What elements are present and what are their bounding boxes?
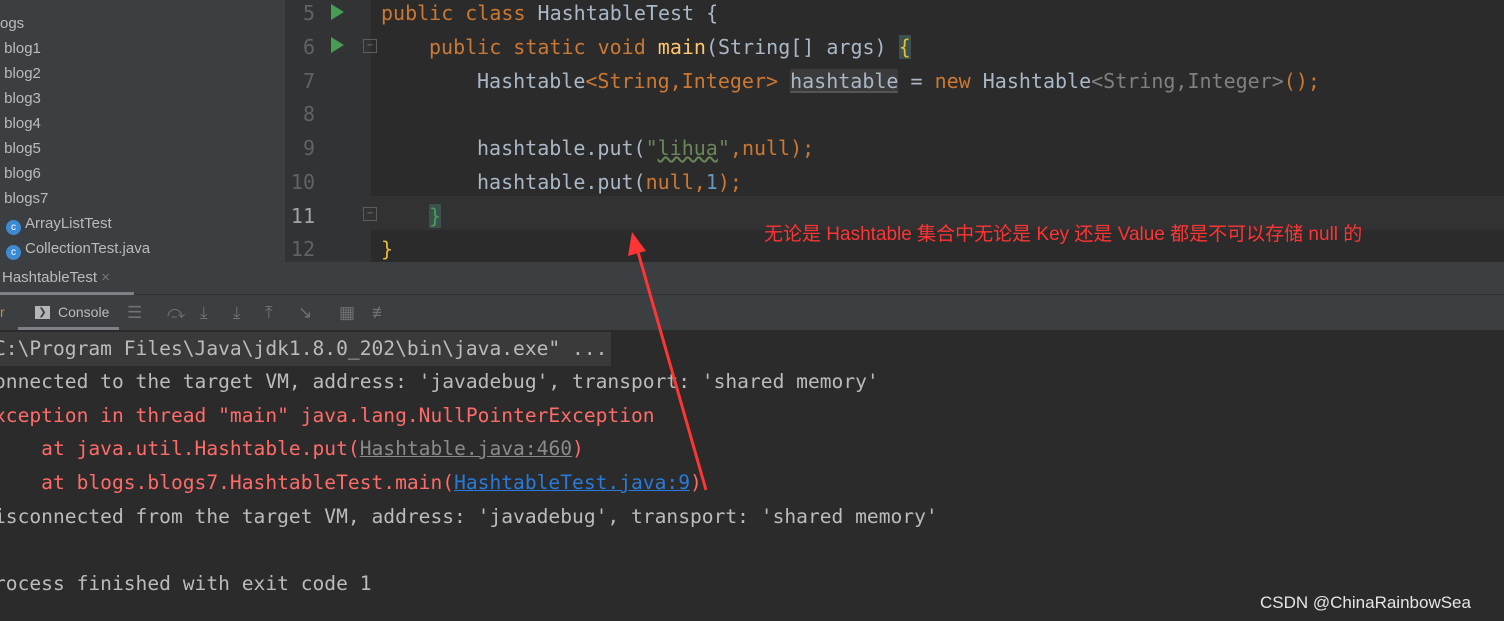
- annotation-arrow: [628, 232, 708, 491]
- annotation-text: 无论是 Hashtable 集合中无论是 Key 还是 Value 都是不可以存…: [764, 224, 1363, 245]
- watermark: CSDN @ChinaRainbowSea: [1260, 593, 1471, 612]
